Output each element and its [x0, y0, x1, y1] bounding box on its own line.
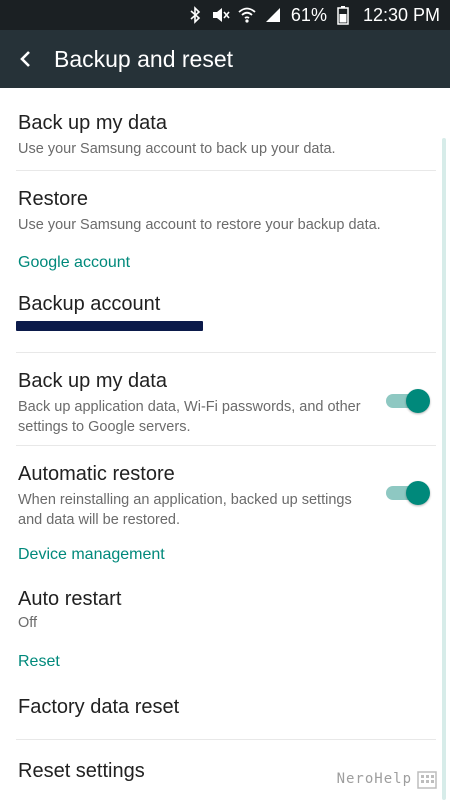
- google-backup-toggle[interactable]: [386, 387, 430, 415]
- status-bar: 61% 12:30 PM: [0, 0, 450, 30]
- battery-percent: 61%: [290, 4, 327, 25]
- google-backup-title: Back up my data: [18, 370, 167, 392]
- automatic-restore-title: Automatic restore: [18, 463, 175, 485]
- clock: 12:30 PM: [362, 4, 440, 25]
- automatic-restore-subtitle-1: When reinstalling an application, backed…: [18, 492, 352, 508]
- samsung-restore-item[interactable]: Restore Use your Samsung account to rest…: [0, 171, 450, 241]
- auto-restart-value: Off: [18, 615, 38, 631]
- factory-reset-item[interactable]: Factory data reset: [0, 676, 450, 738]
- samsung-restore-subtitle: Use your Samsung account to restore your…: [18, 217, 381, 233]
- backup-account-item[interactable]: Backup account: [0, 278, 450, 352]
- samsung-backup-item[interactable]: Back up my data Use your Samsung account…: [0, 88, 450, 170]
- google-backup-subtitle-2: settings to Google servers.: [18, 419, 191, 435]
- automatic-restore-item[interactable]: Automatic restore When reinstalling an a…: [0, 446, 450, 536]
- toggle-thumb: [406, 389, 430, 413]
- google-backup-item[interactable]: Back up my data Back up application data…: [0, 353, 450, 445]
- samsung-backup-subtitle: Use your Samsung account to back up your…: [18, 141, 336, 157]
- signal-icon: [263, 5, 283, 25]
- section-reset: Reset: [18, 653, 60, 670]
- toggle-thumb: [406, 481, 430, 505]
- mute-icon: [211, 5, 231, 25]
- wifi-icon: [237, 5, 257, 25]
- building-icon: [417, 771, 437, 789]
- section-device-management: Device management: [18, 546, 165, 563]
- page-title: Backup and reset: [54, 45, 234, 72]
- samsung-backup-title: Back up my data: [18, 112, 167, 134]
- settings-list[interactable]: Back up my data Use your Samsung account…: [0, 88, 450, 800]
- google-backup-subtitle-1: Back up application data, Wi-Fi password…: [18, 399, 361, 415]
- watermark-text: NeroHelp: [336, 771, 412, 787]
- scrollbar[interactable]: [442, 138, 446, 800]
- battery-icon: [333, 5, 353, 25]
- auto-restart-item[interactable]: Auto restart Off: [0, 568, 450, 638]
- factory-reset-title: Factory data reset: [18, 696, 180, 718]
- auto-restart-title: Auto restart: [18, 588, 122, 610]
- automatic-restore-subtitle-2: and data will be restored.: [18, 512, 181, 528]
- bluetooth-icon: [185, 5, 205, 25]
- back-arrow-icon: [20, 51, 30, 67]
- app-bar: Backup and reset: [0, 30, 450, 88]
- redacted-account-email: [16, 321, 203, 331]
- reset-settings-title: Reset settings: [18, 760, 145, 782]
- back-button[interactable]: [2, 30, 50, 88]
- automatic-restore-toggle[interactable]: [386, 479, 430, 507]
- backup-account-title: Backup account: [18, 293, 161, 315]
- section-google-account: Google account: [18, 254, 131, 271]
- watermark: NeroHelp: [337, 768, 438, 790]
- samsung-restore-title: Restore: [18, 188, 89, 210]
